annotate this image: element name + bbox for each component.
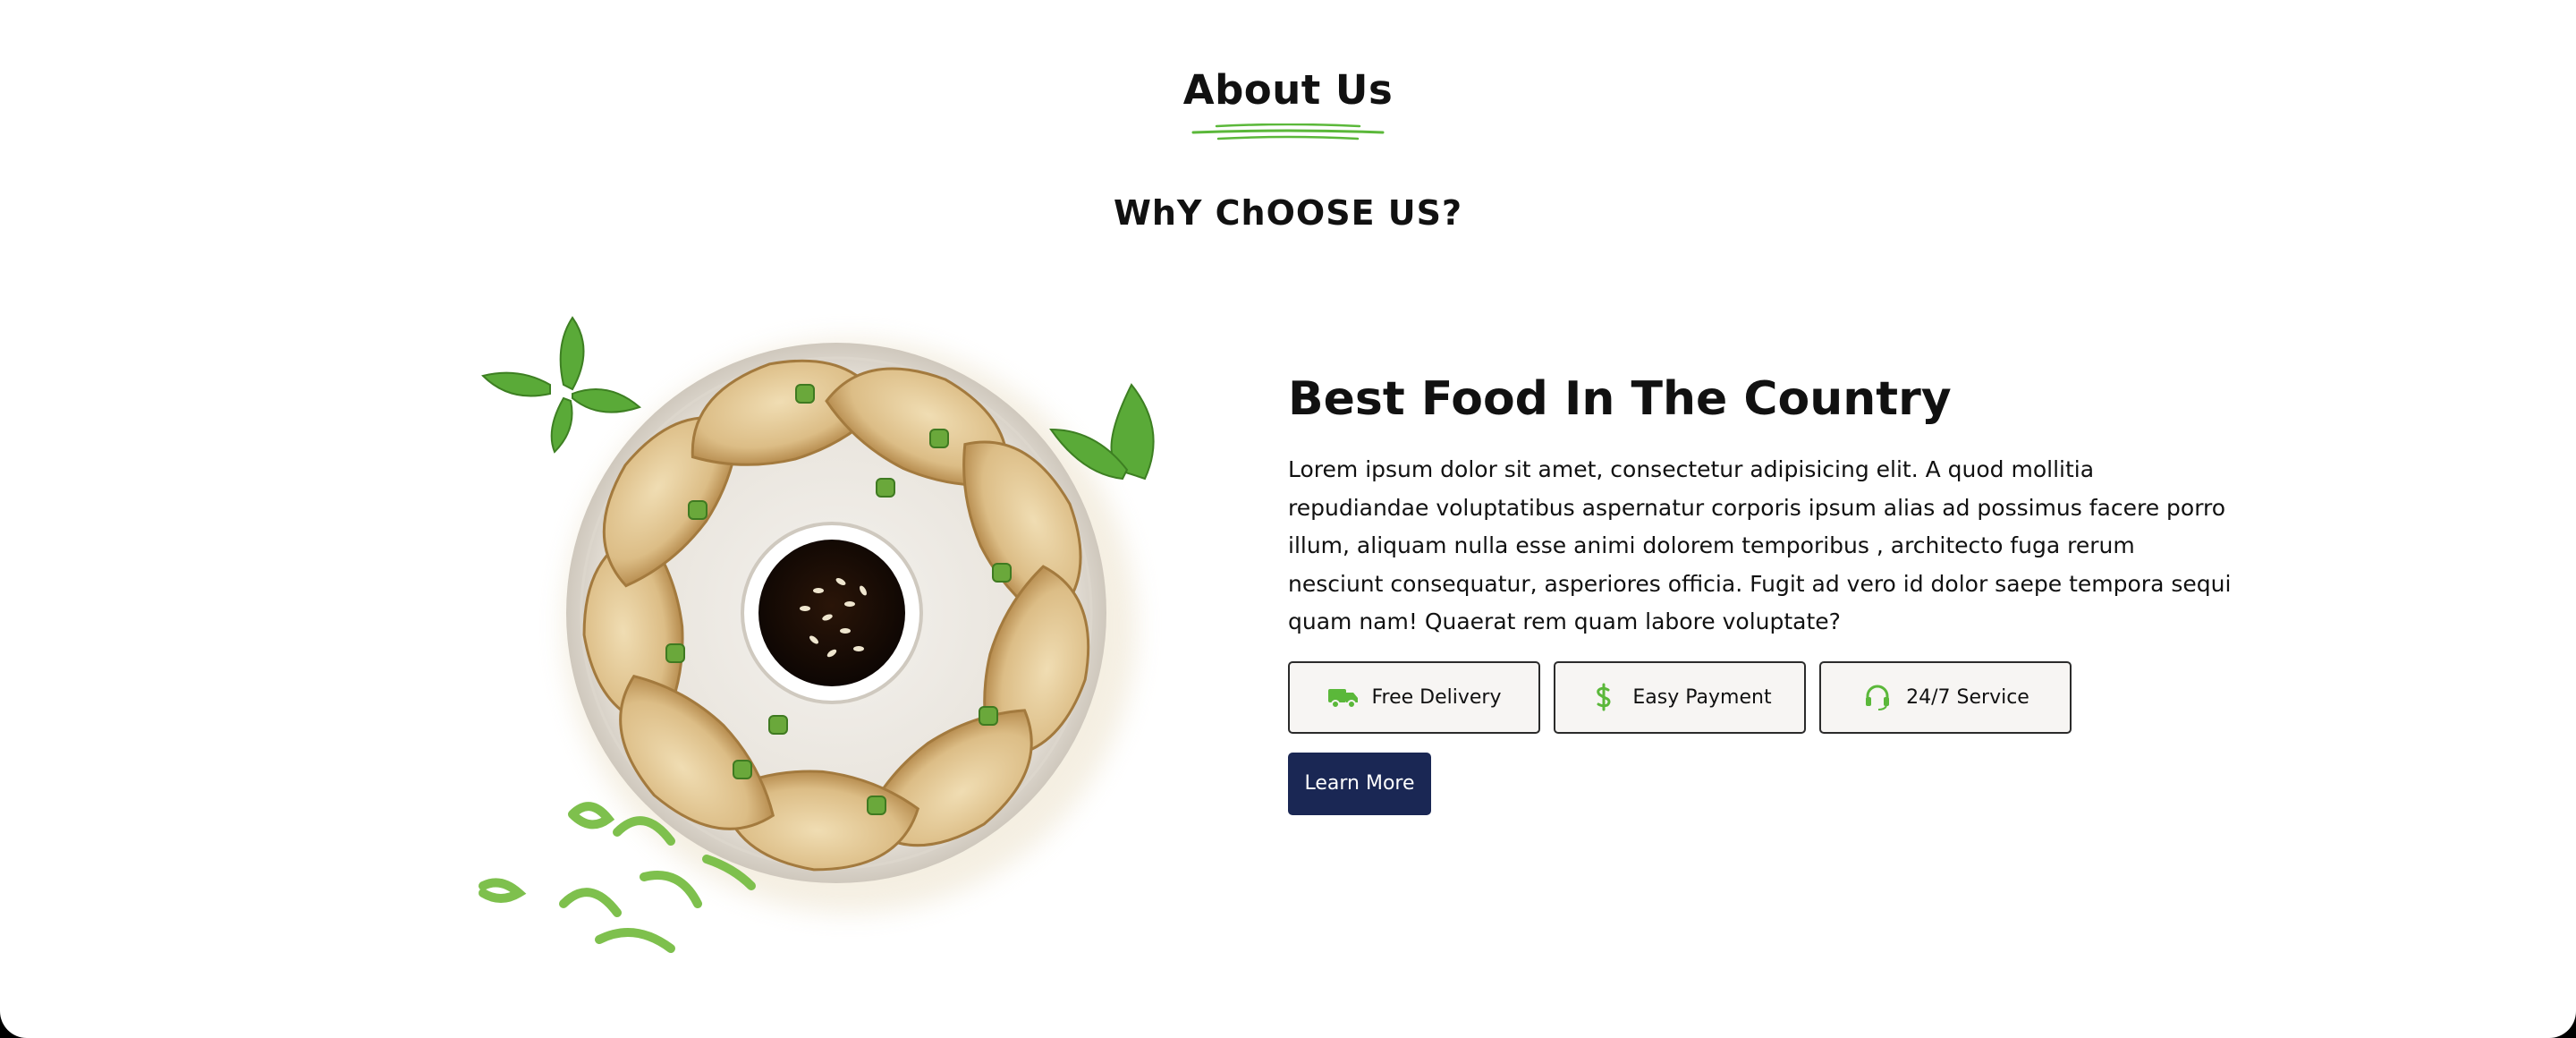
about-section: About Us WhY ChOOSE US? Best Food In The… — [0, 0, 2576, 1038]
headset-icon — [1861, 681, 1894, 713]
section-subtitle: WhY ChOOSE US? — [1113, 193, 1463, 233]
feature-label: Easy Payment — [1632, 685, 1772, 709]
feature-list: Free Delivery Easy Payment 24/7 Service — [1288, 660, 2236, 734]
truck-icon — [1327, 681, 1360, 713]
feature-label: 24/7 Service — [1906, 685, 2029, 709]
title-underline-decoration — [1191, 123, 1385, 140]
dumplings-plate-image — [479, 316, 1155, 953]
feature-label: Free Delivery — [1371, 685, 1502, 709]
feature-24-7-service[interactable]: 24/7 Service — [1819, 660, 2072, 734]
feature-free-delivery[interactable]: Free Delivery — [1288, 660, 1540, 734]
basil-leaf-topleft — [481, 316, 641, 454]
content-description: Lorem ipsum dolor sit amet, consectetur … — [1288, 456, 2232, 634]
content-heading: Best Food In The Country — [1288, 372, 1952, 426]
section-title: About Us — [1182, 66, 1394, 114]
learn-more-button[interactable]: Learn More — [1288, 752, 1431, 815]
dollar-icon — [1588, 681, 1620, 713]
about-content: Best Food In The Country Lorem ipsum dol… — [1288, 367, 2236, 815]
feature-easy-payment[interactable]: Easy Payment — [1554, 660, 1806, 734]
